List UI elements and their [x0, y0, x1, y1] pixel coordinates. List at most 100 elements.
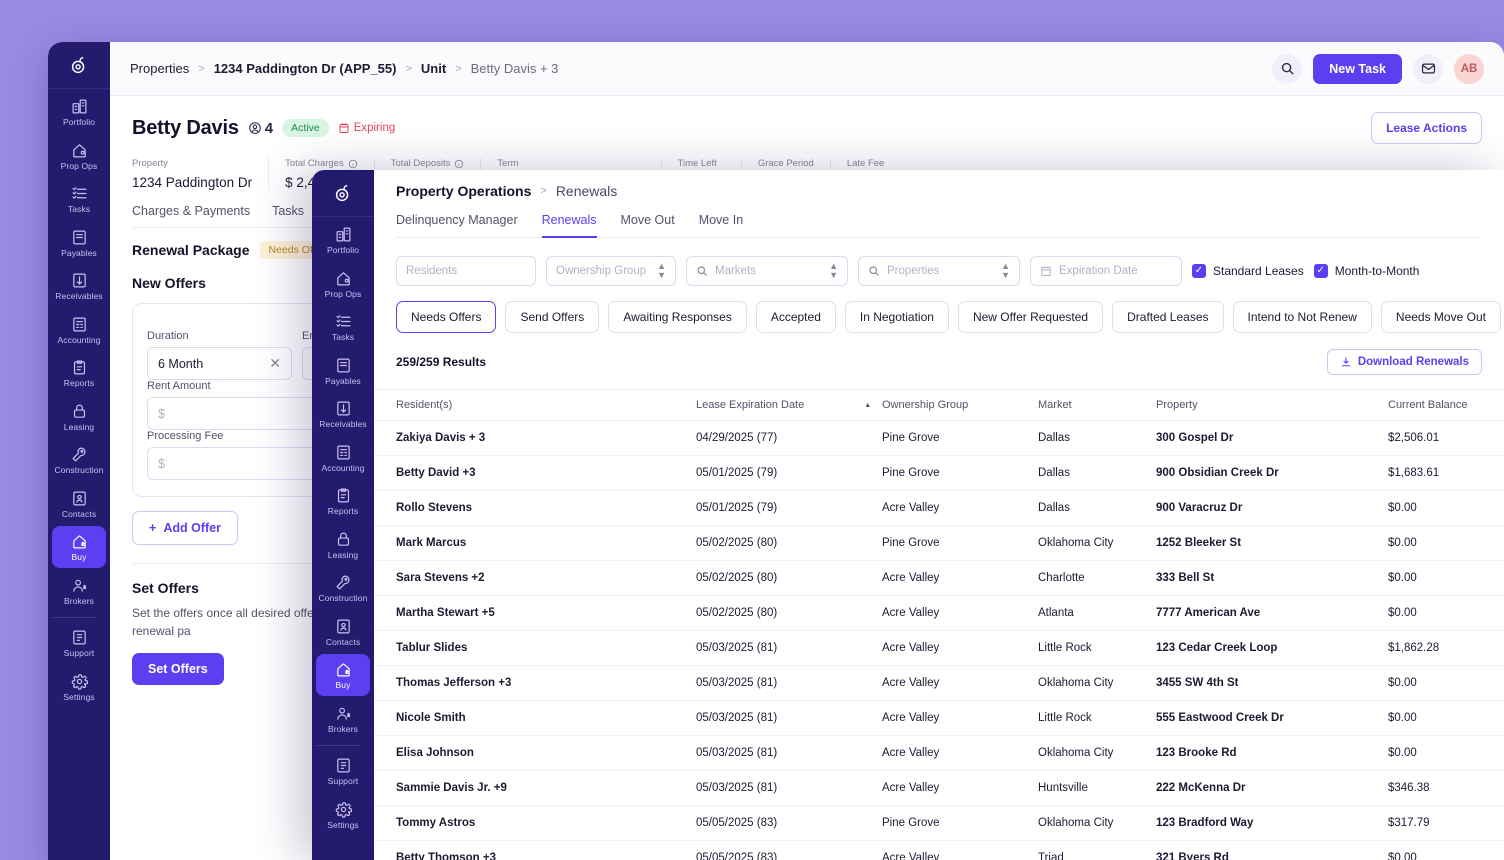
table-row[interactable]: Elisa Johnson05/03/2025 (81)Acre ValleyO… [374, 736, 1504, 771]
table-row[interactable]: Zakiya Davis + 304/29/2025 (77)Pine Grov… [374, 421, 1504, 456]
sidebar-item-leasing[interactable]: Leasing [316, 524, 370, 566]
breadcrumb-properties[interactable]: Properties [130, 61, 189, 76]
cell-resident[interactable]: Betty David +3 [374, 456, 674, 491]
sidebar-item-buy[interactable]: Buy [316, 654, 370, 696]
table-row[interactable]: Sammie Davis Jr. +905/03/2025 (81)Acre V… [374, 771, 1504, 806]
tab-renewals[interactable]: Renewals [542, 213, 597, 238]
column-header-current-balance[interactable]: Current Balance [1366, 390, 1504, 421]
sidebar-item-construction[interactable]: Construction [316, 567, 370, 609]
sidebar-item-construction[interactable]: Construction [52, 439, 106, 481]
cell-property[interactable]: 3455 SW 4th St [1134, 666, 1366, 701]
sidebar-item-settings[interactable]: Settings [316, 794, 370, 836]
cell-property[interactable]: 123 Bradford Way [1134, 806, 1366, 841]
sidebar-item-tasks[interactable]: Tasks [316, 306, 370, 348]
clear-icon[interactable]: ✕ [269, 355, 281, 372]
sidebar-item-support[interactable]: Support [52, 622, 106, 664]
sidebar-item-contacts[interactable]: Contacts [52, 483, 106, 525]
app-logo[interactable] [48, 42, 110, 89]
cell-property[interactable]: 123 Brooke Rd [1134, 736, 1366, 771]
chip-accepted[interactable]: Accepted [756, 301, 836, 333]
tab-delinquency-manager[interactable]: Delinquency Manager [396, 213, 518, 238]
table-row[interactable]: Mark Marcus05/02/2025 (80)Pine GroveOkla… [374, 526, 1504, 561]
table-row[interactable]: Thomas Jefferson +305/03/2025 (81)Acre V… [374, 666, 1504, 701]
sidebar-item-brokers[interactable]: Brokers [316, 698, 370, 740]
sidebar-item-accounting[interactable]: Accounting [316, 437, 370, 479]
table-row[interactable]: Betty Thomson +305/05/2025 (83)Acre Vall… [374, 841, 1504, 860]
cell-property[interactable]: 321 Byers Rd [1134, 841, 1366, 860]
cell-property[interactable]: 333 Bell St [1134, 561, 1366, 596]
download-renewals-button[interactable]: Download Renewals [1327, 349, 1482, 375]
cell-resident[interactable]: Tommy Astros [374, 806, 674, 841]
tab-move-out[interactable]: Move Out [621, 213, 675, 238]
month-to-month-checkbox[interactable]: ✓ Month-to-Month [1314, 264, 1420, 278]
avatar[interactable]: AB [1454, 54, 1484, 84]
column-header-market[interactable]: Market [1016, 390, 1134, 421]
sidebar-item-receivables[interactable]: Receivables [52, 265, 106, 307]
cell-resident[interactable]: Rollo Stevens [374, 491, 674, 526]
column-header-ownership-group[interactable]: Ownership Group [860, 390, 1016, 421]
cell-resident[interactable]: Betty Thomson +3 [374, 841, 674, 860]
cell-resident[interactable]: Thomas Jefferson +3 [374, 666, 674, 701]
table-row[interactable]: Tablur Slides05/03/2025 (81)Acre ValleyL… [374, 631, 1504, 666]
cell-property[interactable]: 123 Cedar Creek Loop [1134, 631, 1366, 666]
table-row[interactable]: Martha Stewart +505/02/2025 (80)Acre Val… [374, 596, 1504, 631]
chip-new-offer-requested[interactable]: New Offer Requested [958, 301, 1103, 333]
app-logo[interactable] [312, 170, 374, 217]
sidebar-item-prop-ops[interactable]: Prop Ops [316, 263, 370, 305]
sidebar-item-reports[interactable]: Reports [52, 352, 106, 394]
set-offers-button[interactable]: Set Offers [132, 653, 224, 685]
residents-input[interactable]: Residents [396, 256, 536, 286]
cell-resident[interactable]: Tablur Slides [374, 631, 674, 666]
sidebar-item-portfolio[interactable]: Portfolio [52, 91, 106, 133]
search-button[interactable] [1272, 54, 1302, 84]
chip-in-negotiation[interactable]: In Negotiation [845, 301, 949, 333]
cell-property[interactable]: 900 Obsidian Creek Dr [1134, 456, 1366, 491]
column-header-lease-expiration-date[interactable]: Lease Expiration Date▲ [674, 390, 860, 421]
tab-move-in[interactable]: Move In [699, 213, 743, 238]
tab-tasks[interactable]: Tasks [272, 204, 304, 218]
breadcrumb-unit[interactable]: Unit [421, 61, 446, 76]
column-header-property[interactable]: Property [1134, 390, 1366, 421]
chip-intend-to-not-renew[interactable]: Intend to Not Renew [1233, 301, 1372, 333]
sidebar-item-tasks[interactable]: Tasks [52, 178, 106, 220]
table-row[interactable]: Tommy Astros05/05/2025 (83)Pine GroveOkl… [374, 806, 1504, 841]
standard-leases-checkbox[interactable]: ✓ Standard Leases [1192, 264, 1304, 278]
add-offer-button[interactable]: + Add Offer [132, 511, 238, 545]
tab-charges-payments[interactable]: Charges & Payments [132, 204, 250, 218]
cell-property[interactable]: 900 Varacruz Dr [1134, 491, 1366, 526]
cell-resident[interactable]: Elisa Johnson [374, 736, 674, 771]
lease-actions-button[interactable]: Lease Actions [1371, 112, 1482, 144]
sidebar-item-payables[interactable]: Payables [52, 222, 106, 264]
sidebar-item-brokers[interactable]: Brokers [52, 570, 106, 612]
breadcrumb-address[interactable]: 1234 Paddington Dr (APP_55) [214, 61, 397, 76]
cell-property[interactable]: 555 Eastwood Creek Dr [1134, 701, 1366, 736]
sidebar-item-contacts[interactable]: Contacts [316, 611, 370, 653]
cell-resident[interactable]: Mark Marcus [374, 526, 674, 561]
mail-button[interactable] [1413, 54, 1443, 84]
info-icon[interactable] [454, 159, 464, 169]
markets-select[interactable]: Markets ▲▼ [686, 256, 848, 286]
chip-needs-offers[interactable]: Needs Offers [396, 301, 496, 333]
column-header-resident-s-[interactable]: Resident(s) [374, 390, 674, 421]
chip-drafted-leases[interactable]: Drafted Leases [1112, 301, 1223, 333]
breadcrumb-property-operations[interactable]: Property Operations [396, 183, 531, 199]
duration-select[interactable]: 6 Month ✕ [147, 347, 292, 380]
info-icon[interactable] [348, 159, 358, 169]
sidebar-item-reports[interactable]: Reports [316, 480, 370, 522]
sidebar-item-receivables[interactable]: Receivables [316, 393, 370, 435]
sidebar-item-buy[interactable]: Buy [52, 526, 106, 568]
sidebar-item-accounting[interactable]: Accounting [52, 309, 106, 351]
sidebar-item-leasing[interactable]: Leasing [52, 396, 106, 438]
sidebar-item-prop-ops[interactable]: Prop Ops [52, 135, 106, 177]
chip-awaiting-responses[interactable]: Awaiting Responses [608, 301, 747, 333]
sidebar-item-portfolio[interactable]: Portfolio [316, 219, 370, 261]
sidebar-item-support[interactable]: Support [316, 750, 370, 792]
cell-property[interactable]: 222 McKenna Dr [1134, 771, 1366, 806]
new-task-button[interactable]: New Task [1313, 54, 1402, 84]
table-row[interactable]: Sara Stevens +205/02/2025 (80)Acre Valle… [374, 561, 1504, 596]
cell-property[interactable]: 300 Gospel Dr [1134, 421, 1366, 456]
chip-needs-move-out[interactable]: Needs Move Out [1381, 301, 1501, 333]
expiration-date-input[interactable]: Expiration Date [1030, 256, 1182, 286]
table-row[interactable]: Betty David +305/01/2025 (79)Pine GroveD… [374, 456, 1504, 491]
cell-property[interactable]: 7777 American Ave [1134, 596, 1366, 631]
